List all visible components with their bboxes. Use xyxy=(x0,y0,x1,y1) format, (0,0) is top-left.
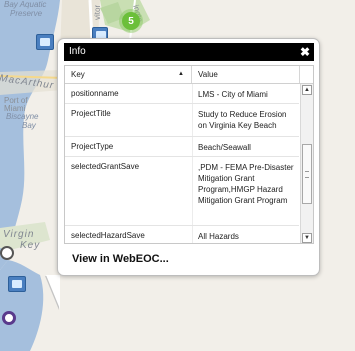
row-key: selectedHazardSave xyxy=(71,231,145,240)
table-row[interactable]: ProjectTitle Study to Reduce Erosion on … xyxy=(65,104,299,137)
table-row[interactable]: selectedHazardSave All Hazards xyxy=(65,226,299,243)
row-key: ProjectTitle xyxy=(71,109,111,118)
map-label-bay: Bay xyxy=(22,121,36,130)
map-marker-icon[interactable] xyxy=(8,276,26,292)
popup-tail xyxy=(46,275,60,309)
map-marker-icon[interactable] xyxy=(36,34,54,50)
row-value: All Hazards xyxy=(198,232,239,241)
popup-titlebar: Info ✖ xyxy=(64,43,314,61)
column-separator xyxy=(299,66,300,83)
column-header-key[interactable]: Key xyxy=(71,70,85,79)
scrollbar-thumb[interactable] xyxy=(302,144,312,204)
table-row[interactable]: selectedGrantSave ,PDM - FEMA Pre-Disast… xyxy=(65,157,299,226)
grid-header: Key ▲ Value xyxy=(65,66,313,84)
row-value: Study to Reduce Erosion on Virginia Key … xyxy=(198,110,287,130)
row-key: positionname xyxy=(71,89,119,98)
location-pin-icon[interactable] xyxy=(0,246,14,260)
column-separator[interactable] xyxy=(191,66,192,83)
row-value: ,PDM - FEMA Pre-Disaster Mitigation Gran… xyxy=(198,163,294,205)
attribute-grid: Key ▲ Value positionname LMS - City of M… xyxy=(64,65,314,244)
map-label-virginia: Virgin xyxy=(3,229,35,240)
cluster-marker[interactable]: 5 xyxy=(122,12,140,30)
map-label-bay-aquatic: Bay Aquatic xyxy=(4,0,47,9)
scroll-up-icon[interactable]: ▲ xyxy=(302,85,312,95)
table-row[interactable]: ProjectType Beach/Seawall xyxy=(65,137,299,157)
popup-title: Info xyxy=(69,46,86,57)
row-value: Beach/Seawall xyxy=(198,143,251,152)
location-pin-icon[interactable] xyxy=(2,311,16,325)
map-label-preserve: Preserve xyxy=(10,9,43,18)
map-label-key: Key xyxy=(20,240,41,251)
sort-ascending-icon[interactable]: ▲ xyxy=(178,71,184,77)
view-in-webeoc-link[interactable]: View in WebEOC... xyxy=(72,253,169,265)
row-key: selectedGrantSave xyxy=(71,162,140,171)
column-header-value[interactable]: Value xyxy=(198,70,218,79)
table-row[interactable]: positionname LMS - City of Miami xyxy=(65,84,299,104)
scroll-down-icon[interactable]: ▼ xyxy=(302,233,312,243)
map-label-biscayne: Biscayne xyxy=(6,112,39,121)
row-value: LMS - City of Miami xyxy=(198,90,268,99)
map-label-street: vitor xyxy=(93,4,102,20)
close-icon[interactable]: ✖ xyxy=(300,45,310,59)
vertical-scrollbar[interactable]: ▲ ▼ xyxy=(300,84,313,243)
info-popup: Info ✖ Key ▲ Value positionname LMS - Ci… xyxy=(57,38,320,276)
row-key: ProjectType xyxy=(71,142,114,151)
